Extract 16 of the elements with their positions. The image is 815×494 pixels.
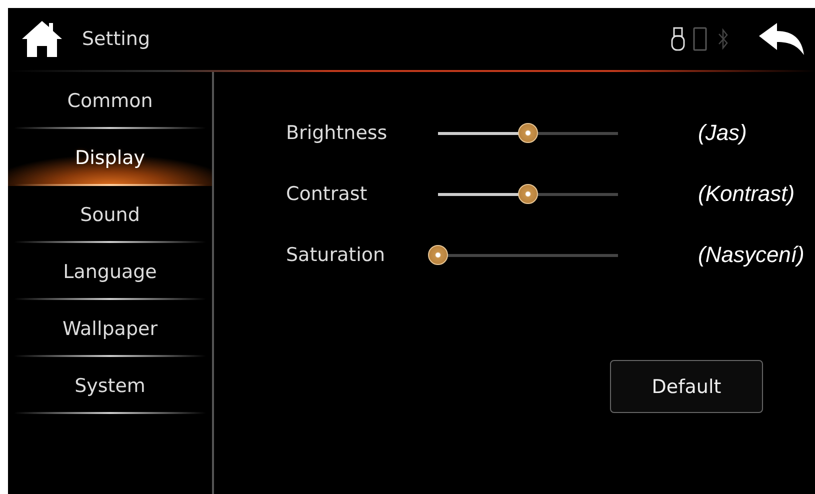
setting-label: Contrast xyxy=(286,182,368,204)
usb-icon xyxy=(671,27,685,51)
translation-note: (Kontrast) xyxy=(698,180,795,206)
header-title: Setting xyxy=(82,28,152,50)
translation-note: (Jas) xyxy=(698,120,747,146)
slider-thumb[interactable] xyxy=(518,184,538,204)
bluetooth-icon xyxy=(717,27,729,51)
slider-thumb[interactable] xyxy=(518,122,538,142)
default-button[interactable]: Default xyxy=(610,360,763,413)
home-icon[interactable] xyxy=(20,19,64,59)
slider-thumb[interactable] xyxy=(428,244,448,264)
translation-note: (Nasycení) xyxy=(698,242,804,268)
setting-label: Saturation xyxy=(286,244,386,266)
setting-label: Brightness xyxy=(286,122,388,144)
back-arrow-icon[interactable] xyxy=(757,22,805,56)
phone-icon xyxy=(693,27,707,51)
